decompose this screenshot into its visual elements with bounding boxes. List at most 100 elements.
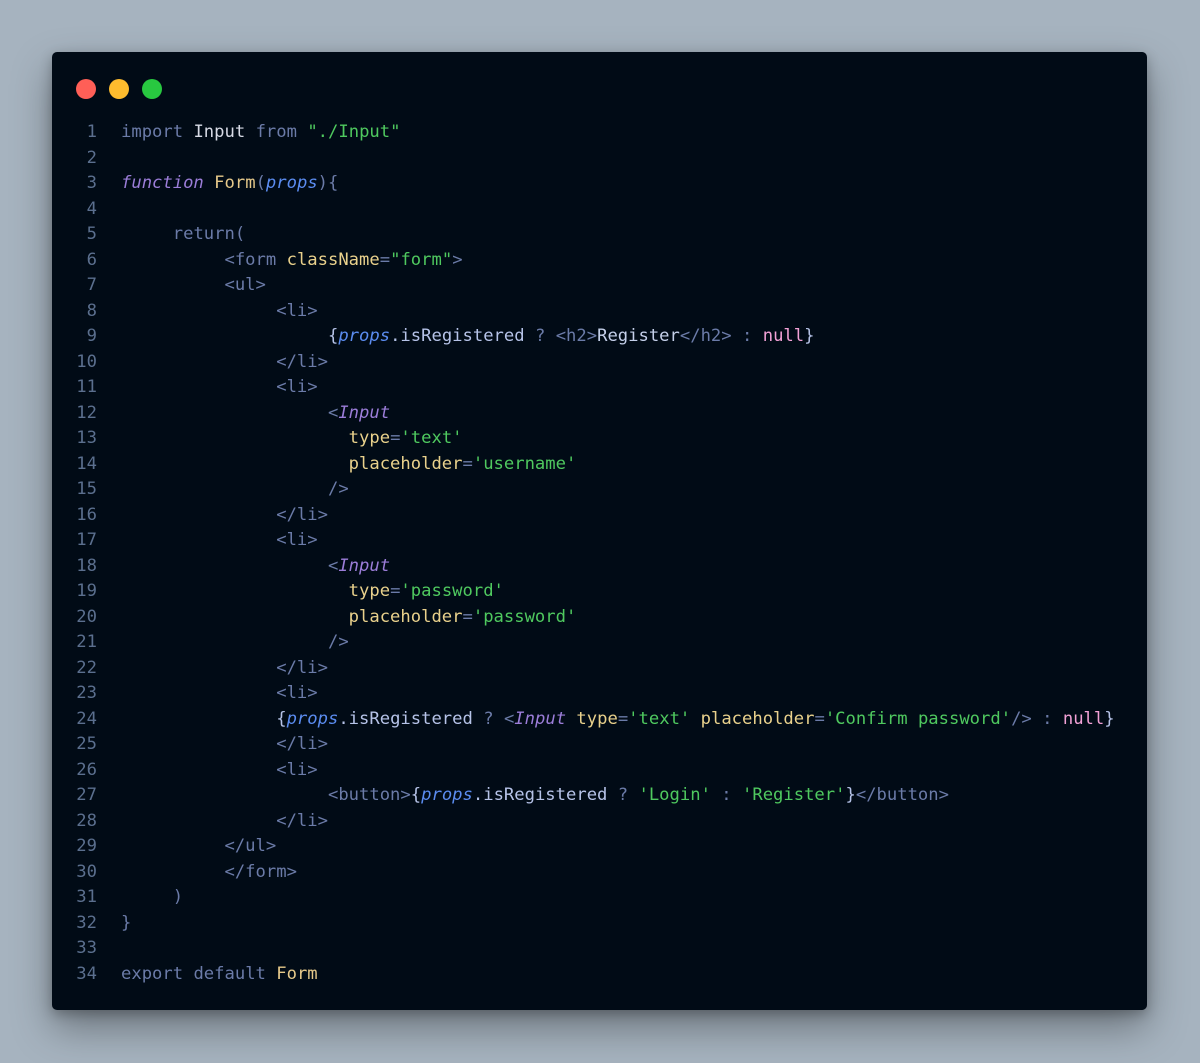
code-line: 12 <Input [52, 401, 1147, 427]
code-line: 16 </li> [52, 503, 1147, 529]
code-line: 4 [52, 197, 1147, 223]
code-line: 30 </form> [52, 860, 1147, 886]
code-line: 26 <li> [52, 758, 1147, 784]
line-text: <li> [121, 299, 318, 325]
code-window: 1 import Input from "./Input" 2 3 function F… [52, 52, 1147, 1010]
code-line: 6 <form className="form"> [52, 248, 1147, 274]
code-token: placeholder [348, 606, 463, 627]
code-token: = [462, 606, 473, 627]
code-token: = [379, 249, 391, 270]
code-token: <h2> [555, 326, 598, 346]
code-line: 7 <ul> [52, 273, 1147, 299]
line-number: 10 [76, 351, 97, 372]
code-token: Input [338, 555, 391, 576]
code-token: <li> [276, 300, 318, 321]
code-token: = [390, 428, 401, 448]
code-token: { [276, 708, 287, 729]
line-number: 21 [76, 632, 97, 652]
code-line: 25 </li> [52, 732, 1147, 758]
line-number: 7 [86, 275, 97, 295]
code-token: export [121, 963, 184, 984]
line-text: </li> [121, 809, 328, 835]
code-token: ? [617, 785, 629, 805]
code-token: 'text' [400, 428, 463, 448]
line-number: 24 [76, 708, 97, 729]
code-token: 'username' [472, 453, 577, 474]
code-token: .isRegistered [390, 326, 525, 346]
line-number: 26 [76, 759, 97, 780]
line-number: 12 [76, 402, 97, 423]
code-line: 9 {props.isRegistered ? <h2>Register</h2… [52, 324, 1147, 350]
code-token: ( [234, 224, 246, 244]
code-token: null [1062, 708, 1105, 729]
code-token: ){ [317, 173, 339, 193]
code-token: } [121, 912, 132, 933]
code-token: </li> [276, 734, 328, 754]
line-text: </li> [121, 503, 328, 529]
code-token: { [327, 326, 339, 346]
code-token: props [265, 173, 318, 193]
code-line: 31 ) [52, 885, 1147, 911]
code-token: <li> [276, 377, 318, 397]
line-number: 6 [86, 249, 97, 270]
line-number: 2 [86, 147, 97, 168]
code-line: 28 </li> [52, 809, 1147, 835]
code-editor[interactable]: 1 import Input from "./Input" 2 3 function F… [52, 120, 1147, 987]
code-token: = [814, 708, 825, 729]
line-number: 3 [86, 173, 97, 193]
code-token: <li> [276, 683, 318, 703]
line-number: 19 [76, 581, 97, 601]
line-number: 9 [86, 326, 97, 346]
code-line: 15 /> [52, 477, 1147, 503]
line-text: </li> [121, 656, 328, 682]
line-text: <li> [121, 528, 317, 554]
code-token: from [255, 122, 297, 142]
line-number: 4 [86, 198, 97, 219]
code-line: 34 export default Form [52, 962, 1147, 988]
line-text: ) [121, 885, 183, 911]
code-token: </li> [276, 810, 328, 831]
code-line: 18 <Input [52, 554, 1147, 580]
line-number: 27 [76, 785, 97, 805]
code-line: 10 </li> [52, 350, 1147, 376]
line-text: } [121, 911, 131, 937]
code-token: return [172, 224, 235, 244]
maximize-button[interactable] [142, 79, 162, 99]
code-token: } [845, 785, 856, 805]
code-token: <li> [276, 759, 318, 780]
code-token: </li> [276, 351, 328, 372]
code-token: < [327, 555, 339, 576]
minimize-button[interactable] [109, 79, 129, 99]
line-number: 31 [76, 887, 97, 907]
line-text: {props.isRegistered ? <h2>Register</h2> … [121, 324, 815, 350]
close-button[interactable] [76, 79, 96, 99]
line-text: return( [121, 222, 245, 248]
code-token: </li> [276, 504, 328, 525]
code-token: ? [534, 326, 546, 346]
code-token: : [1042, 708, 1053, 729]
code-token: 'password' [400, 581, 504, 601]
code-line: 33 [52, 936, 1147, 962]
code-token: < [503, 708, 515, 729]
